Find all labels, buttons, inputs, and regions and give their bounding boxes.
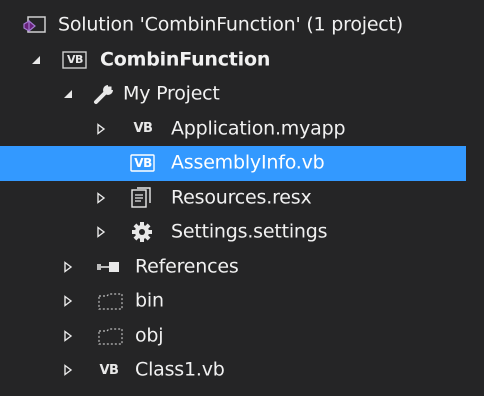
vs-solution-icon (23, 15, 47, 35)
collapsed-arrow-icon[interactable] (62, 364, 74, 377)
tree-row-bin[interactable]: bin (0, 284, 484, 319)
dashed-folder-icon (97, 291, 125, 311)
tree-row-obj[interactable]: obj (0, 319, 484, 354)
references-icon (96, 260, 122, 274)
collapsed-arrow-icon[interactable] (62, 260, 74, 273)
collapsed-arrow-icon[interactable] (62, 329, 74, 342)
expanded-arrow-icon[interactable] (62, 88, 74, 100)
obj-label: obj (135, 324, 164, 347)
application-myapp-label: Application.myapp (171, 117, 346, 140)
tree-row-application-myapp[interactable]: VB Application.myapp (0, 112, 484, 147)
my-project-label: My Project (123, 82, 220, 105)
solution-explorer-tree: Solution 'CombinFunction' (1 project) VB… (0, 0, 484, 396)
collapsed-arrow-icon[interactable] (62, 295, 74, 308)
collapsed-arrow-icon[interactable] (95, 122, 107, 135)
solution-label: Solution 'CombinFunction' (1 project) (58, 13, 404, 36)
tree-row-project[interactable]: VB CombinFunction (0, 43, 484, 78)
tree-row-settings-settings[interactable]: Settings.settings (0, 215, 484, 250)
vb-file-icon: VB (130, 153, 156, 173)
bin-label: bin (135, 289, 164, 312)
gear-icon (131, 221, 153, 243)
project-label: CombinFunction (100, 48, 271, 71)
vb-project-icon: VB (62, 50, 88, 70)
tree-row-references[interactable]: References (0, 250, 484, 285)
tree-row-solution[interactable]: Solution 'CombinFunction' (1 project) (0, 8, 484, 43)
class1-vb-label: Class1.vb (135, 358, 225, 381)
vb-file-icon: VB (99, 362, 119, 378)
wrench-icon (93, 83, 115, 105)
resource-file-icon (130, 187, 154, 209)
tree-row-resources-resx[interactable]: Resources.resx (0, 181, 484, 216)
tree-row-my-project[interactable]: My Project (0, 77, 484, 112)
assemblyinfo-vb-label: AssemblyInfo.vb (171, 151, 325, 174)
tree-row-assemblyinfo-vb[interactable]: VB AssemblyInfo.vb (0, 146, 466, 181)
settings-settings-label: Settings.settings (171, 220, 328, 243)
expanded-arrow-icon[interactable] (30, 54, 42, 66)
dashed-folder-icon (97, 326, 125, 346)
references-label: References (135, 255, 239, 278)
collapsed-arrow-icon[interactable] (95, 191, 107, 204)
tree-row-class1-vb[interactable]: VB Class1.vb (0, 353, 484, 388)
collapsed-arrow-icon[interactable] (95, 226, 107, 239)
vb-file-icon: VB (133, 121, 153, 137)
resources-resx-label: Resources.resx (171, 186, 312, 209)
